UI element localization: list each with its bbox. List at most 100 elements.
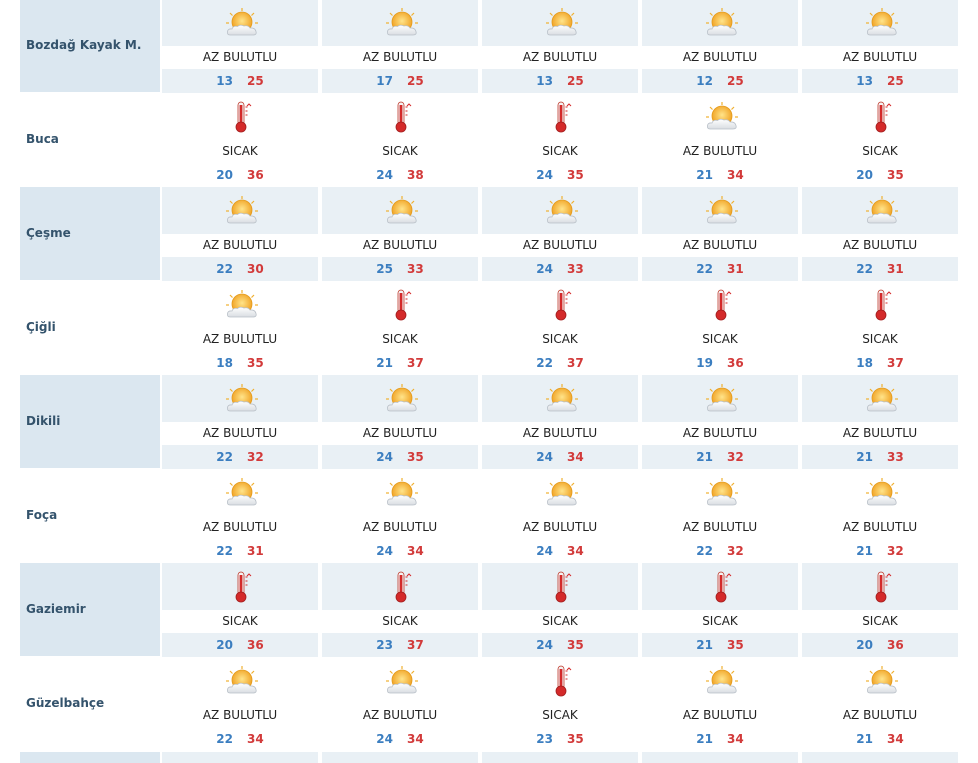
min-temp: 20 (856, 168, 873, 182)
condition-label: AZ BULUTLU (322, 704, 478, 727)
max-temp: 34 (567, 544, 584, 558)
condition-label: SICAK (802, 610, 958, 633)
forecast-day-cell: AZ BULUTLU 21 32 (640, 375, 798, 469)
partly-cloudy-icon (384, 383, 420, 415)
thermometer-icon (384, 571, 420, 603)
condition-label: AZ BULUTLU (162, 234, 318, 257)
condition-label: SICAK (322, 610, 478, 633)
min-temp: 20 (856, 638, 873, 652)
next-row-partial (20, 752, 964, 763)
condition-label: SICAK (482, 140, 638, 163)
condition-label: AZ BULUTLU (482, 46, 638, 69)
max-temp: 32 (247, 450, 264, 464)
city-name-label: Çeşme (26, 225, 71, 240)
condition-label: AZ BULUTLU (162, 422, 318, 445)
min-temp: 17 (376, 74, 393, 88)
thermometer-icon (864, 289, 900, 321)
min-temp: 24 (376, 450, 393, 464)
city-name[interactable]: Foça (20, 469, 160, 563)
min-temp: 23 (376, 638, 393, 652)
max-temp: 37 (407, 638, 424, 652)
min-temp: 19 (696, 356, 713, 370)
max-temp: 25 (567, 74, 584, 88)
condition-label: AZ BULUTLU (642, 140, 798, 163)
thermometer-icon (384, 101, 420, 133)
partly-cloudy-icon (384, 665, 420, 697)
partly-cloudy-icon (544, 477, 580, 509)
forecast-day-cell: SICAK 20 36 (160, 563, 318, 657)
condition-label: AZ BULUTLU (322, 234, 478, 257)
condition-label: SICAK (642, 328, 798, 351)
forecast-day-cell: AZ BULUTLU 13 25 (160, 0, 318, 93)
min-temp: 20 (216, 168, 233, 182)
max-temp: 33 (887, 450, 904, 464)
condition-label: SICAK (322, 328, 478, 351)
condition-label: AZ BULUTLU (482, 422, 638, 445)
city-name[interactable]: Gaziemir (20, 563, 160, 657)
min-temp: 18 (216, 356, 233, 370)
condition-label: AZ BULUTLU (642, 704, 798, 727)
partly-cloudy-icon (544, 195, 580, 227)
max-temp: 38 (407, 168, 424, 182)
thermometer-icon (704, 571, 740, 603)
city-name[interactable]: Dikili (20, 375, 160, 469)
max-temp: 35 (887, 168, 904, 182)
thermometer-icon (544, 665, 580, 697)
min-temp: 24 (376, 168, 393, 182)
max-temp: 34 (727, 168, 744, 182)
forecast-day-cell: AZ BULUTLU 17 25 (320, 0, 478, 93)
city-name[interactable]: Çiğli (20, 281, 160, 375)
forecast-day-cell: AZ BULUTLU 21 33 (800, 375, 958, 469)
min-temp: 25 (376, 262, 393, 276)
condition-label: AZ BULUTLU (802, 422, 958, 445)
min-temp: 21 (856, 732, 873, 746)
forecast-day-cell: SICAK 22 37 (480, 281, 638, 375)
min-temp: 22 (536, 356, 553, 370)
forecast-day-cell: AZ BULUTLU 22 32 (640, 469, 798, 563)
condition-label: AZ BULUTLU (162, 46, 318, 69)
forecast-day-cell: AZ BULUTLU 24 33 (480, 187, 638, 281)
partly-cloudy-icon (544, 7, 580, 39)
forecast-day-cell: AZ BULUTLU 18 35 (160, 281, 318, 375)
min-temp: 23 (536, 732, 553, 746)
min-temp: 21 (696, 732, 713, 746)
condition-label: SICAK (642, 610, 798, 633)
condition-label: SICAK (162, 610, 318, 633)
table-row: Çeşme AZ BULUTLU 22 30 AZ BULUTLU 25 33 … (20, 187, 964, 281)
forecast-day-cell: AZ BULUTLU 22 31 (640, 187, 798, 281)
forecast-day-cell: SICAK 18 37 (800, 281, 958, 375)
partly-cloudy-icon (544, 383, 580, 415)
forecast-day-cell: AZ BULUTLU 24 34 (480, 375, 638, 469)
city-name-label: Foça (26, 507, 58, 522)
max-temp: 31 (247, 544, 264, 558)
partly-cloudy-icon (864, 7, 900, 39)
condition-label: AZ BULUTLU (802, 704, 958, 727)
max-temp: 32 (727, 450, 744, 464)
partly-cloudy-icon (704, 7, 740, 39)
city-name[interactable]: Buca (20, 93, 160, 187)
forecast-day-cell: AZ BULUTLU 22 31 (160, 469, 318, 563)
table-row: Gaziemir SICAK 20 36 SICAK 23 37 SICAK 24 35 S… (20, 563, 964, 657)
city-name-label: Bozdağ Kayak M. (26, 37, 142, 52)
city-name[interactable]: Bozdağ Kayak M. (20, 0, 160, 93)
city-name-label: Güzelbahçe (26, 695, 105, 710)
city-name[interactable]: Çeşme (20, 187, 160, 281)
partly-cloudy-icon (704, 101, 740, 133)
city-name[interactable]: Güzelbahçe (20, 657, 160, 751)
forecast-day-cell: AZ BULUTLU 21 34 (800, 657, 958, 751)
max-temp: 34 (247, 732, 264, 746)
partly-cloudy-icon (704, 195, 740, 227)
partly-cloudy-icon (384, 477, 420, 509)
forecast-day-cell: SICAK 20 36 (160, 93, 318, 187)
condition-label: SICAK (802, 140, 958, 163)
forecast-day-cell: AZ BULUTLU 24 34 (320, 469, 478, 563)
min-temp: 22 (696, 544, 713, 558)
max-temp: 25 (887, 74, 904, 88)
forecast-day-cell: AZ BULUTLU 25 33 (320, 187, 478, 281)
condition-label: SICAK (482, 328, 638, 351)
condition-label: AZ BULUTLU (162, 516, 318, 539)
max-temp: 35 (407, 450, 424, 464)
forecast-day-cell: AZ BULUTLU 22 34 (160, 657, 318, 751)
min-temp: 22 (216, 450, 233, 464)
thermometer-icon (544, 571, 580, 603)
